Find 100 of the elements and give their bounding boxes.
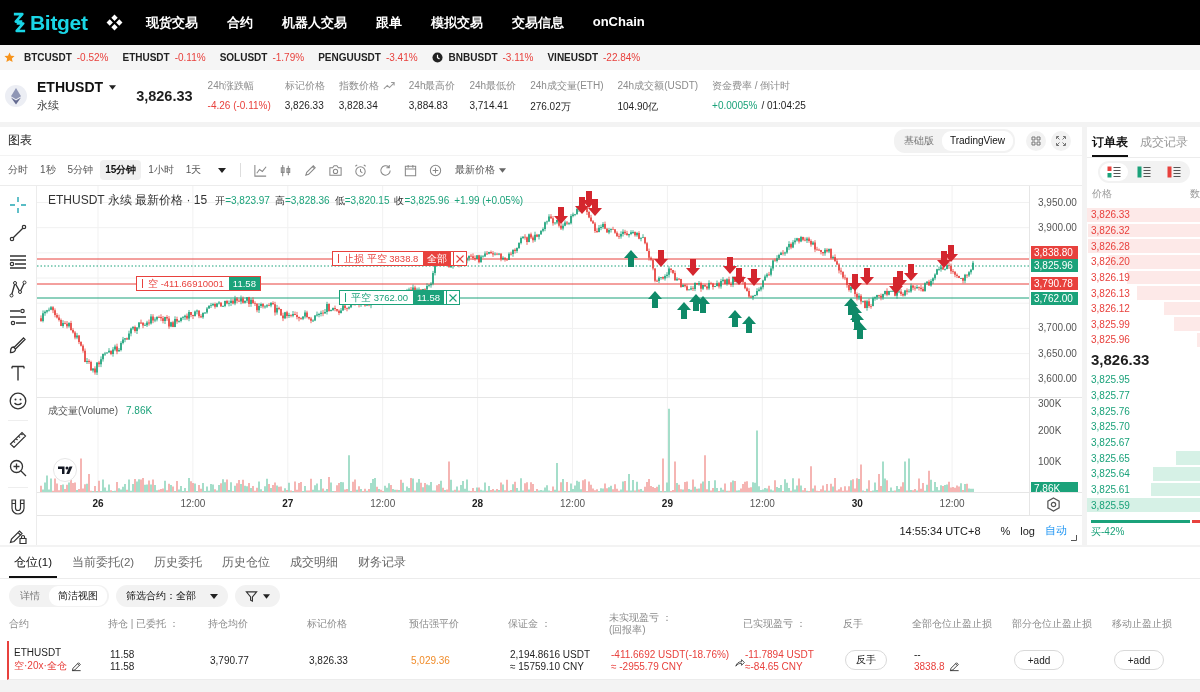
tv-logo-icon[interactable] <box>53 458 77 482</box>
drag-handle-icon[interactable] <box>337 254 340 263</box>
brush-icon[interactable] <box>9 336 27 354</box>
ticker-link[interactable]: VINEUSDT -22.84% <box>547 52 641 63</box>
line-chart-icon[interactable] <box>253 162 269 178</box>
view-switch-tab[interactable]: 简洁视图 <box>49 586 107 606</box>
ask-row[interactable]: 3,826.12 <box>1087 300 1200 317</box>
ask-row[interactable]: 3,825.96 <box>1087 332 1200 348</box>
pencil-icon[interactable] <box>303 162 319 178</box>
nav-link[interactable]: 合约 <box>226 13 253 32</box>
grid-layout-icon[interactable] <box>1026 130 1046 151</box>
last-price: 3,826.33 <box>136 88 193 104</box>
view-mode-tab[interactable]: TradingView <box>941 130 1013 151</box>
ticker-link[interactable]: BNBUSDT -3.11% <box>448 52 534 63</box>
drag-handle-icon[interactable] <box>344 293 347 302</box>
price-axis-label: 3,650.00 <box>1038 347 1077 360</box>
volume-marker: 7.86K <box>1031 482 1078 492</box>
positions-tab[interactable]: 历史仓位 <box>217 547 276 578</box>
node-pattern-icon[interactable] <box>9 280 27 298</box>
pencil-icon[interactable] <box>948 660 960 672</box>
ask-row[interactable]: 3,826.33 <box>1087 207 1200 223</box>
column-header: 移动止盈止损 <box>1112 618 1173 630</box>
nav-link[interactable]: 交易信息 <box>511 13 564 32</box>
nav-link[interactable]: 机器人交易 <box>281 13 347 32</box>
camera-icon[interactable] <box>328 162 344 178</box>
caret-icon[interactable] <box>218 167 227 173</box>
book-view-button[interactable] <box>1100 163 1128 181</box>
interval-tab[interactable]: 1小时 <box>143 160 179 181</box>
interval-tab[interactable]: 1天 <box>180 160 207 181</box>
scale-toggle[interactable]: % <box>1000 524 1011 537</box>
order-label: 平空 3762.00 <box>351 291 409 304</box>
margin-cny-value: ≈ 15759.10 CNY <box>510 660 585 672</box>
scale-toggle[interactable]: log <box>1020 524 1035 537</box>
ticker-link[interactable]: PENGUUSDT -3.41% <box>318 52 418 63</box>
ticker-link[interactable]: SOLUSDT -1.79% <box>219 52 305 63</box>
quantity-badge: 全部 <box>423 252 452 265</box>
view-switch-tab[interactable]: 详情 <box>11 586 49 606</box>
drag-handle-icon[interactable] <box>141 279 144 288</box>
stat-value: 276.02万 <box>530 99 571 114</box>
add-trailing-stop-button[interactable]: +add <box>1114 650 1164 670</box>
reverse-button[interactable]: 反手 <box>845 650 887 670</box>
ask-row[interactable]: 3,826.13 <box>1087 285 1200 301</box>
alarm-clock-icon[interactable] <box>353 162 369 178</box>
ask-row[interactable]: 3,825.99 <box>1087 316 1200 333</box>
settings-icon[interactable] <box>1045 496 1061 512</box>
column-header: 未实现盈亏 ： (回报率) <box>609 612 673 636</box>
positions-tab[interactable]: 仓位(1) <box>9 547 58 578</box>
add-tp-sl-button[interactable]: +add <box>1014 650 1064 670</box>
positions-tab[interactable]: 历史委托 <box>149 547 208 578</box>
positions-tab[interactable]: 成交明细 <box>285 547 344 578</box>
filter-button[interactable] <box>235 585 280 607</box>
close-button[interactable] <box>446 291 460 304</box>
order-tag[interactable]: 空 -411.66910001 11.58 <box>136 276 261 291</box>
magnet-icon[interactable] <box>9 498 27 516</box>
symbol-selector[interactable]: ETHUSDT <box>37 79 117 95</box>
calendar-icon[interactable] <box>403 162 419 178</box>
smiley-icon[interactable] <box>9 392 27 410</box>
mark-price: 3,826.33 <box>309 654 349 666</box>
text-tool-icon[interactable] <box>9 364 27 382</box>
price-marker: 3,838.80 <box>1031 246 1078 259</box>
order-tag[interactable]: 止损 平空 3838.8 全部 <box>332 251 468 266</box>
trend-arrow-icon[interactable] <box>382 81 395 90</box>
contract-filter-dropdown[interactable]: 筛选合约：全部 <box>116 585 228 607</box>
horizontal-lines-icon[interactable] <box>9 252 27 270</box>
ohlc-value: 收=3,825.96 <box>394 194 450 208</box>
expand-icon[interactable] <box>1051 130 1071 151</box>
nav-link[interactable]: onChain <box>592 13 645 32</box>
ask-row[interactable]: 3,826.32 <box>1087 222 1200 239</box>
refresh-icon[interactable] <box>378 162 394 178</box>
positions-tab[interactable]: 当前委托(2) <box>67 547 140 578</box>
star-icon[interactable] <box>4 52 15 63</box>
nav-link[interactable]: 模拟交易 <box>430 13 483 32</box>
zoom-in-icon[interactable] <box>9 459 27 477</box>
ask-row[interactable]: 3,826.20 <box>1087 253 1200 270</box>
view-mode-tab[interactable]: 基础版 <box>895 130 942 151</box>
diamond-grid-icon[interactable] <box>105 14 123 31</box>
order-book-tab[interactable]: 订单表 <box>1092 127 1128 157</box>
ruler-icon[interactable] <box>9 431 27 449</box>
pencil-icon[interactable] <box>70 660 82 672</box>
close-button[interactable] <box>453 252 467 265</box>
down-arrow-icon <box>848 274 862 291</box>
ticker-link[interactable]: ETHUSDT -0.11% <box>122 52 206 63</box>
price-source-dropdown[interactable]: 最新价格 <box>455 163 507 178</box>
contract-symbol[interactable]: ETHUSDT <box>14 647 110 658</box>
interval-tab[interactable]: 15分钟 <box>100 160 142 181</box>
plus-circle-icon[interactable] <box>428 162 444 178</box>
interval-tab[interactable]: 分时 <box>3 160 33 181</box>
share-icon[interactable] <box>735 656 745 668</box>
ticker-link[interactable]: BTCUSDT -0.52% <box>24 52 109 63</box>
logo-link[interactable]: Bitget <box>12 10 88 35</box>
measure-lines-icon[interactable] <box>9 308 27 326</box>
nav-link[interactable]: 现货交易 <box>145 13 198 32</box>
interval-tab[interactable]: 1秒 <box>35 160 61 181</box>
ask-row[interactable]: 3,826.28 <box>1087 238 1200 254</box>
column-header: 已实现盈亏 ： <box>743 618 807 630</box>
positions-tab[interactable]: 财务记录 <box>353 547 412 578</box>
ask-row[interactable]: 3,826.19 <box>1087 269 1200 286</box>
nav-link[interactable]: 跟单 <box>375 13 402 32</box>
interval-tab[interactable]: 5分钟 <box>62 160 99 181</box>
trend-line-icon[interactable] <box>9 224 27 242</box>
